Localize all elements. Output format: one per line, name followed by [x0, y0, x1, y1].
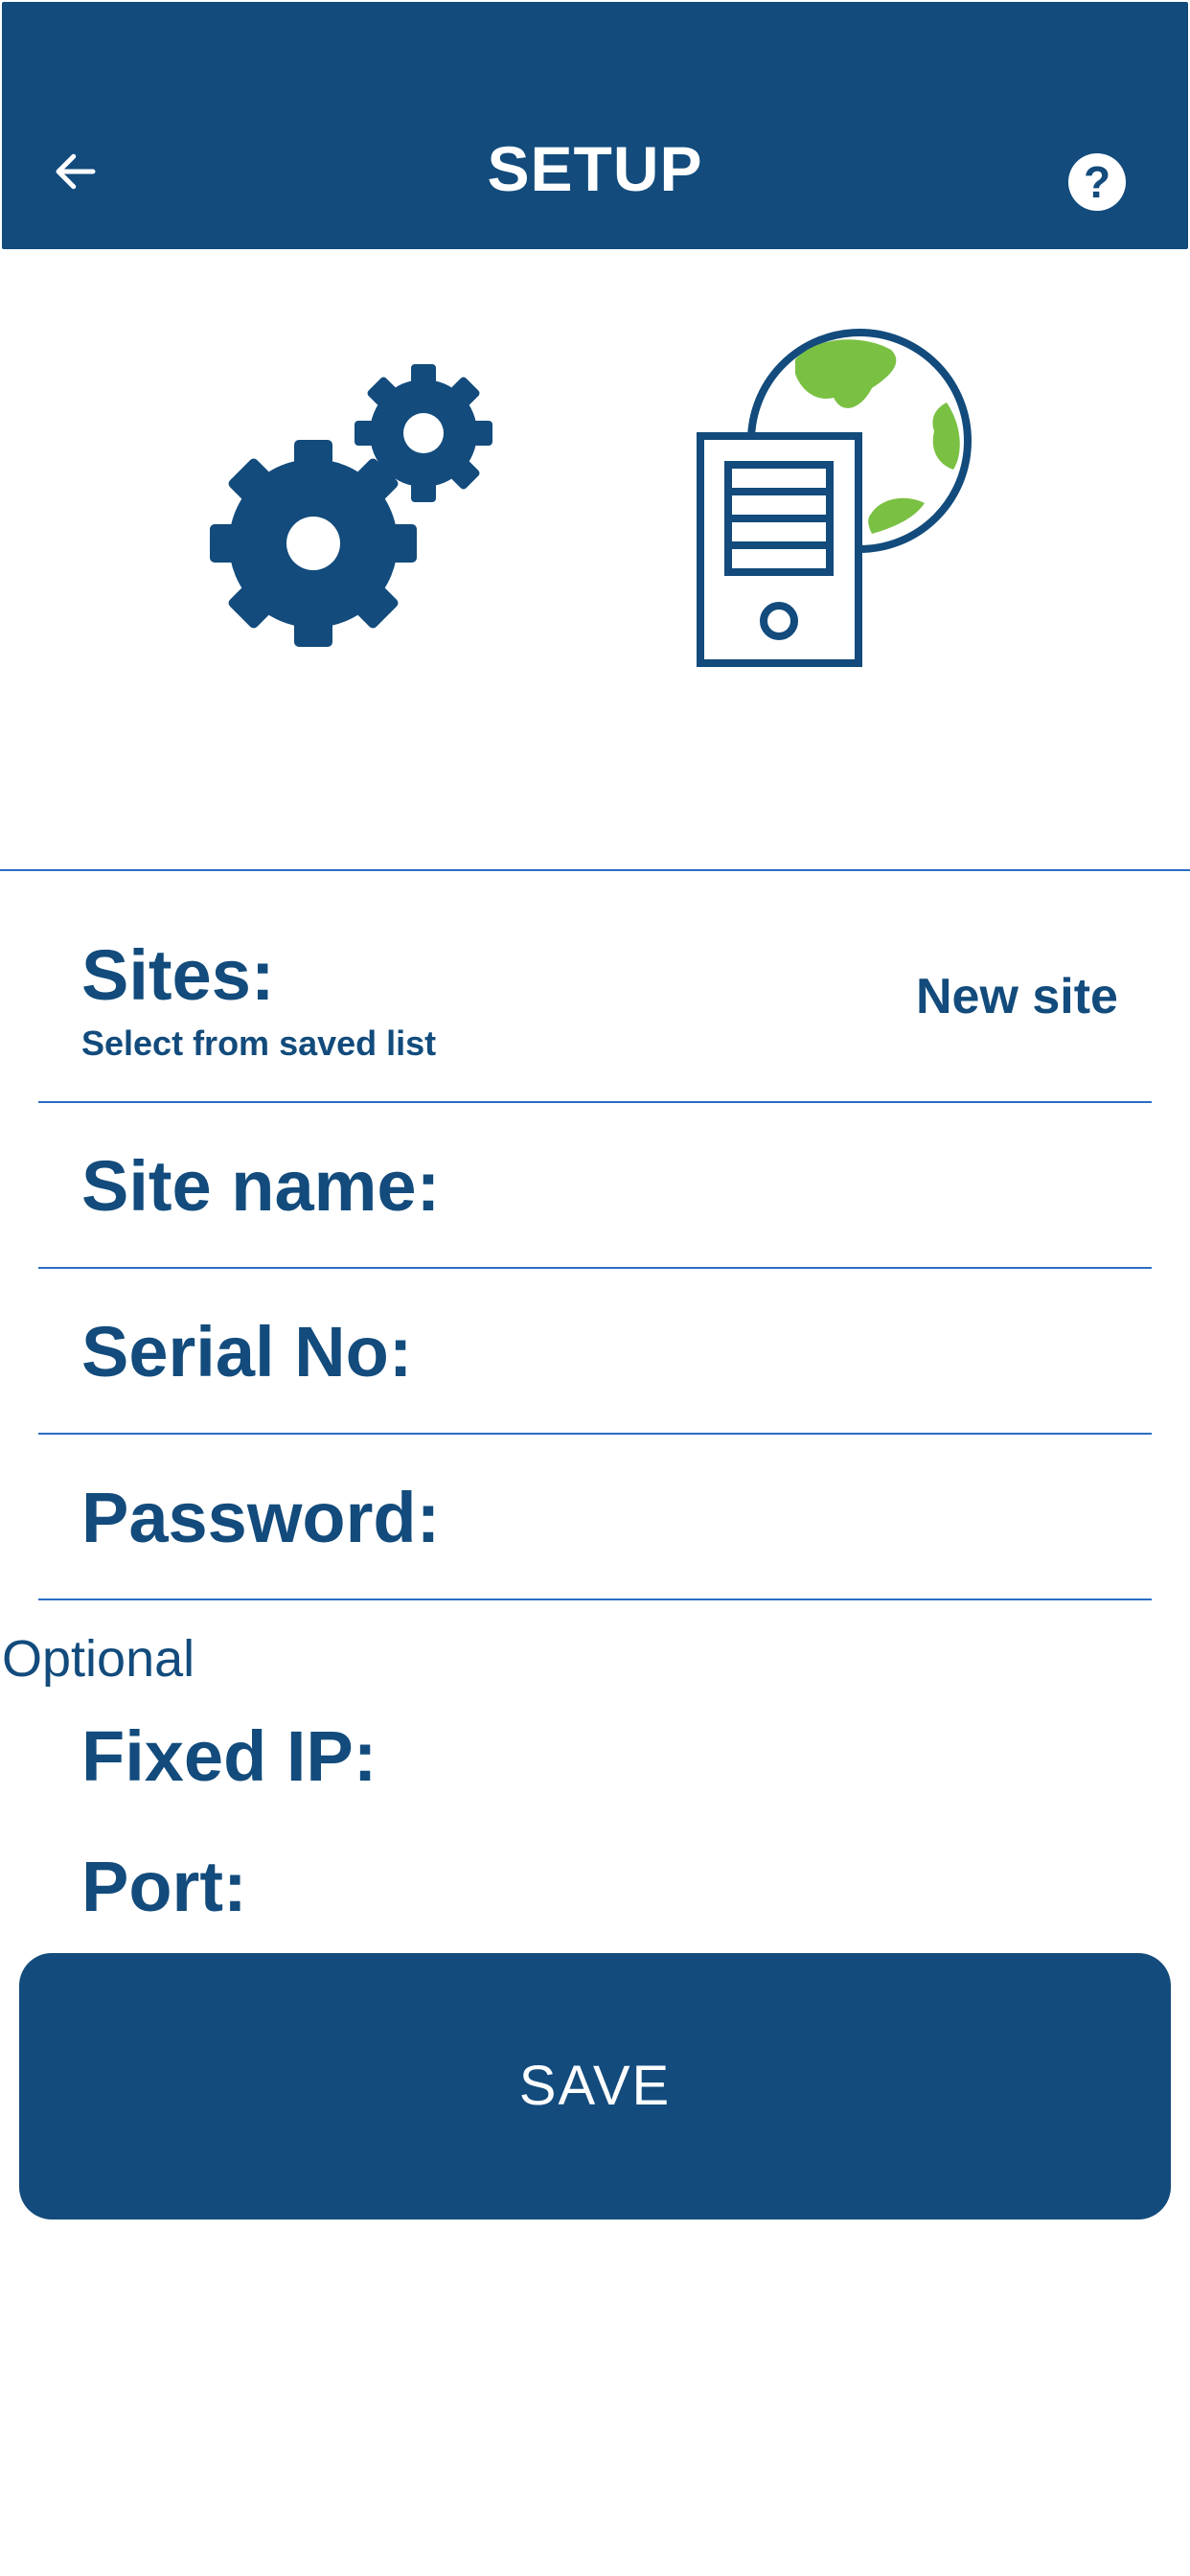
- page-title: SETUP: [487, 133, 703, 204]
- row-divider: [38, 1598, 1152, 1600]
- save-button[interactable]: SAVE: [19, 1953, 1171, 2220]
- fixed-ip-label: Fixed IP:: [81, 1716, 378, 1796]
- help-icon: ?: [1083, 157, 1111, 207]
- password-label: Password:: [81, 1478, 441, 1557]
- app-header: SETUP ?: [2, 2, 1188, 249]
- serial-no-label: Serial No:: [81, 1312, 413, 1392]
- gears-icon: [210, 364, 492, 647]
- port-label: Port:: [81, 1847, 247, 1926]
- optional-section-label: Optional: [2, 1630, 195, 1688]
- password-input[interactable]: [479, 1477, 1144, 1565]
- port-input[interactable]: [287, 1846, 1144, 1934]
- new-site-button[interactable]: New site: [916, 968, 1118, 1025]
- site-name-label: Site name:: [81, 1146, 441, 1226]
- fixed-ip-input[interactable]: [412, 1715, 1144, 1804]
- serial-no-input[interactable]: [450, 1311, 1144, 1399]
- site-name-input[interactable]: [479, 1145, 1144, 1233]
- server-globe-icon: [697, 329, 972, 667]
- row-divider: [38, 1433, 1152, 1435]
- row-divider: [38, 1267, 1152, 1269]
- row-divider: [38, 1101, 1152, 1103]
- sites-label: Sites:: [81, 935, 275, 1015]
- help-button[interactable]: ?: [1068, 153, 1126, 211]
- sites-saved-list-link[interactable]: Select from saved list: [81, 1024, 436, 1064]
- section-divider: [0, 869, 1190, 871]
